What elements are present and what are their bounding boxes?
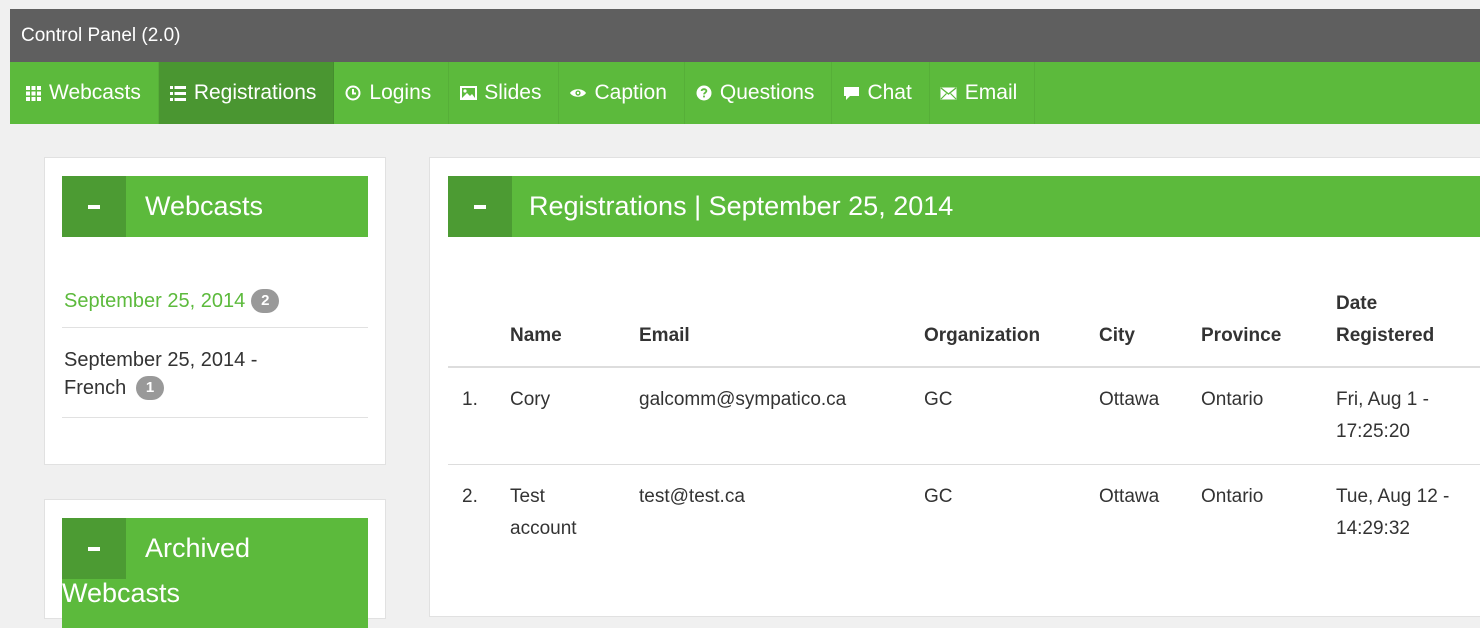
clock-icon	[344, 84, 362, 102]
app-titlebar: Control Panel (2.0)	[10, 9, 1480, 62]
nav-label: Email	[964, 81, 1018, 104]
cell-province: Ontario	[1201, 486, 1264, 507]
cell-date-registered: Fri, Aug 1 - 17:25:20	[1336, 384, 1429, 448]
collapse-registrations-button[interactable]	[448, 176, 512, 237]
nav-label: Slides	[484, 81, 542, 104]
cell-organization: GC	[924, 486, 953, 507]
minus-icon	[474, 204, 486, 209]
chat-bubble-icon	[842, 84, 860, 102]
cell-email: galcomm@sympatico.ca	[639, 389, 847, 410]
webcast-item[interactable]: September 25, 2014 - French 1	[62, 328, 368, 418]
nav-item-slides[interactable]: Slides	[449, 62, 560, 124]
row-number: 1.	[462, 389, 478, 410]
nav-item-questions[interactable]: Questions	[685, 62, 833, 124]
registration-count-badge: 2	[251, 289, 280, 313]
registrations-table: Name Email Organization City Province Da…	[448, 286, 1480, 561]
cell-city: Ottawa	[1099, 389, 1160, 410]
nav-label: Caption	[594, 81, 667, 104]
question-circle-icon	[695, 84, 713, 102]
nav-label: Registrations	[193, 81, 317, 104]
archived-webcasts-panel: Archived Webcasts	[44, 499, 386, 628]
column-header-date-line1: Date	[1336, 293, 1378, 314]
cell-name-line1: Test	[510, 486, 545, 507]
column-header-date-line2: Registered	[1336, 325, 1435, 346]
column-header-email[interactable]: Email	[639, 320, 690, 352]
column-header-province[interactable]: Province	[1201, 320, 1281, 352]
webcast-list: September 25, 2014 2 September 25, 2014 -…	[62, 275, 368, 418]
grid-icon	[24, 84, 42, 102]
cell-province: Ontario	[1201, 389, 1264, 410]
webcasts-panel-title: Webcasts	[145, 191, 264, 221]
minus-icon	[88, 204, 100, 209]
nav-item-registrations[interactable]: Registrations	[158, 62, 335, 124]
nav-item-caption[interactable]: Caption	[559, 62, 685, 124]
list-icon	[169, 84, 187, 102]
column-header-name[interactable]: Name	[510, 320, 562, 352]
row-number: 2.	[462, 486, 478, 507]
column-header-city[interactable]: City	[1099, 320, 1135, 352]
cell-date-registered: Tue, Aug 12 - 14:29:32	[1336, 481, 1449, 545]
cell-email: test@test.ca	[639, 486, 745, 507]
cell-name: Test account	[510, 481, 577, 545]
cell-city: Ottawa	[1099, 486, 1160, 507]
registrations-panel-header: Registrations | September 25, 2014	[448, 176, 1480, 237]
registration-count-badge: 1	[136, 376, 164, 400]
nav-label: Logins	[369, 81, 432, 104]
registrations-panel-title: Registrations | September 25, 2014	[529, 191, 954, 221]
webcast-item[interactable]: September 25, 2014 2	[62, 275, 368, 328]
cell-organization: GC	[924, 389, 953, 410]
column-header-date-registered[interactable]: Date Registered	[1336, 288, 1434, 352]
cell-name-line2: account	[510, 518, 577, 539]
cell-date-line2: 17:25:20	[1336, 421, 1410, 442]
webcast-label: September 25, 2014 - French	[64, 349, 258, 399]
nav-item-chat[interactable]: Chat	[832, 62, 930, 124]
column-header-organization[interactable]: Organization	[924, 320, 1040, 352]
cell-date-line1: Tue, Aug 12 -	[1336, 486, 1450, 507]
nav-label: Questions	[719, 81, 815, 104]
cell-name: Cory	[510, 384, 550, 416]
registrations-panel: Registrations | September 25, 2014 Name …	[429, 157, 1480, 617]
table-row[interactable]: 2. Test account test@test.ca GC Ottawa O…	[448, 465, 1480, 561]
app-title: Control Panel (2.0)	[21, 25, 181, 46]
nav-item-logins[interactable]: Logins	[334, 62, 450, 124]
nav-item-webcasts[interactable]: Webcasts	[10, 62, 159, 124]
nav-label: Chat	[867, 81, 912, 104]
main-nav: Webcasts Registrations Logins Slides Cap…	[10, 62, 1480, 124]
webcasts-panel-header: Webcasts	[62, 176, 368, 237]
webcasts-panel: Webcasts September 25, 2014 2 September 2…	[44, 157, 386, 465]
envelope-icon	[940, 84, 958, 102]
archived-panel-header: Archived Webcasts	[62, 518, 368, 628]
cell-name-line1: Cory	[510, 389, 551, 410]
collapse-webcasts-button[interactable]	[62, 176, 126, 237]
picture-icon	[459, 84, 477, 102]
cell-date-line2: 14:29:32	[1336, 518, 1410, 539]
table-header-row: Name Email Organization City Province Da…	[448, 286, 1480, 368]
nav-label: Webcasts	[49, 81, 141, 104]
webcast-label: September 25, 2014	[64, 290, 246, 312]
table-row[interactable]: 1. Cory galcomm@sympatico.ca GC Ottawa O…	[448, 368, 1480, 465]
eye-icon	[569, 84, 587, 102]
cell-date-line1: Fri, Aug 1 -	[1336, 389, 1429, 410]
archived-panel-title: Archived Webcasts	[62, 533, 251, 608]
nav-item-email[interactable]: Email	[930, 62, 1036, 124]
